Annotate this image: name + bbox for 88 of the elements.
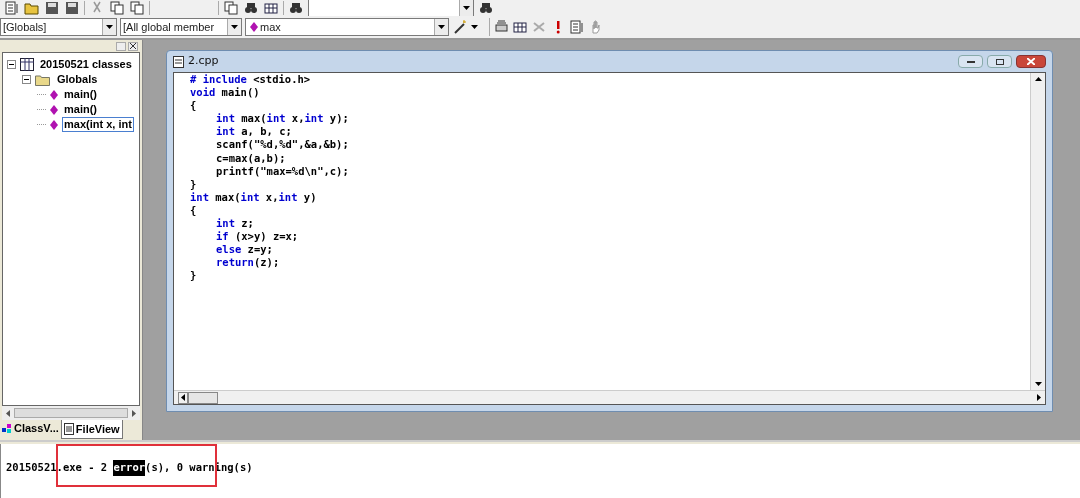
keyword: int	[190, 190, 209, 204]
code-text: max(	[214, 190, 241, 204]
dropdown-value: max	[259, 19, 282, 35]
up-arrow-icon[interactable]	[1034, 77, 1042, 81]
code-text: scanf("%d,%d",&a,&b);	[216, 138, 349, 152]
code-text: }	[190, 177, 197, 191]
keyword: return	[216, 256, 254, 270]
keyword: # include	[190, 73, 247, 87]
workspace-tab[interactable]: FileView	[60, 420, 123, 439]
code-text: y)	[302, 190, 317, 204]
diamond-icon	[50, 119, 58, 130]
workspace-tab[interactable]: ClassV...	[0, 420, 61, 437]
code-text: main()	[220, 86, 260, 100]
left-arrow-icon[interactable]	[6, 409, 10, 417]
code-text: x,	[264, 190, 279, 204]
minus-icon[interactable]	[22, 75, 31, 84]
copy-icon[interactable]	[109, 0, 125, 16]
keyword: int	[216, 125, 235, 139]
keyword: void	[190, 86, 216, 100]
wand-icon[interactable]	[452, 19, 468, 35]
window-title: 2.cpp	[188, 53, 219, 70]
keyword: int	[240, 190, 260, 204]
diamond-icon	[50, 104, 58, 115]
keyword: int	[216, 217, 235, 231]
left-arrow-icon[interactable]	[181, 394, 185, 401]
code-text: z=y;	[246, 243, 273, 257]
horizontal-scrollbar[interactable]	[2, 406, 140, 420]
keyword: int	[278, 190, 298, 204]
copy-icon[interactable]	[223, 0, 239, 16]
list-icon[interactable]	[569, 19, 585, 35]
dropdown[interactable]: [All global member	[120, 18, 242, 36]
highlighted-word: error	[113, 460, 146, 476]
grid-icon[interactable]	[263, 0, 279, 16]
tree-item[interactable]: main()	[62, 102, 99, 117]
horizontal-scrollbar[interactable]	[174, 390, 1045, 404]
keyword: int	[266, 112, 286, 126]
class-icon	[2, 423, 12, 434]
tree-item[interactable]: main()	[62, 87, 99, 102]
code-text: y);	[328, 112, 349, 126]
code-text: (z);	[253, 256, 280, 270]
binoculars-icon[interactable]	[243, 0, 259, 16]
dropdown[interactable]: [Globals]	[0, 18, 117, 36]
close-button[interactable]	[1016, 55, 1046, 68]
save-icon[interactable]	[44, 0, 60, 16]
dropdown-value: [Globals]	[2, 19, 48, 35]
grid-icon[interactable]	[512, 19, 528, 35]
keyword: int	[216, 112, 235, 126]
class-grid-icon	[20, 58, 34, 71]
code-text: max(	[240, 112, 267, 126]
keyword: if	[216, 230, 229, 244]
caret-icon[interactable]	[471, 25, 478, 29]
minus-icon[interactable]	[7, 60, 16, 69]
code-text: printf("max=%d\n",c);	[216, 164, 349, 178]
binoculars-icon[interactable]	[478, 0, 494, 16]
binoculars-icon[interactable]	[288, 0, 304, 16]
diamond-icon	[250, 22, 258, 32]
close-icon	[1027, 58, 1035, 65]
document-icon	[63, 423, 74, 435]
tree-item[interactable]: max(int x, int	[62, 117, 134, 132]
scrollbar-thumb[interactable]	[188, 391, 218, 404]
vertical-scrollbar[interactable]	[1030, 73, 1045, 390]
down-arrow-icon[interactable]	[1034, 382, 1042, 386]
code-text: }	[190, 269, 197, 283]
copy-icon[interactable]	[129, 0, 145, 16]
dropdown[interactable]: max	[245, 18, 449, 36]
folder-icon	[35, 73, 51, 86]
code-text: {	[190, 203, 197, 218]
code-text: (x>y) z=x;	[233, 230, 299, 244]
diamond-icon	[50, 89, 58, 100]
minimize-button[interactable]	[958, 55, 983, 68]
tree-item[interactable]: Globals	[55, 72, 100, 87]
code-text: x,	[290, 112, 305, 126]
code-text: <stdio.h>	[252, 73, 311, 87]
right-arrow-icon[interactable]	[1037, 394, 1041, 401]
code-text: c=max(a,b);	[216, 151, 286, 165]
code-text: {	[190, 99, 197, 113]
right-arrow-icon[interactable]	[132, 409, 136, 417]
keyword: int	[304, 112, 324, 126]
save-icon[interactable]	[64, 0, 80, 16]
list-icon[interactable]	[4, 0, 20, 16]
close-icon[interactable]	[128, 41, 138, 51]
code-text: z;	[240, 217, 254, 231]
document-icon	[173, 55, 184, 68]
keyword: else	[216, 243, 242, 257]
dropdown-value: [All global member	[122, 19, 216, 35]
tree-item[interactable]: 20150521 classes	[38, 57, 134, 72]
code-text: a, b, c;	[240, 125, 292, 139]
maximize-button[interactable]	[987, 55, 1012, 68]
